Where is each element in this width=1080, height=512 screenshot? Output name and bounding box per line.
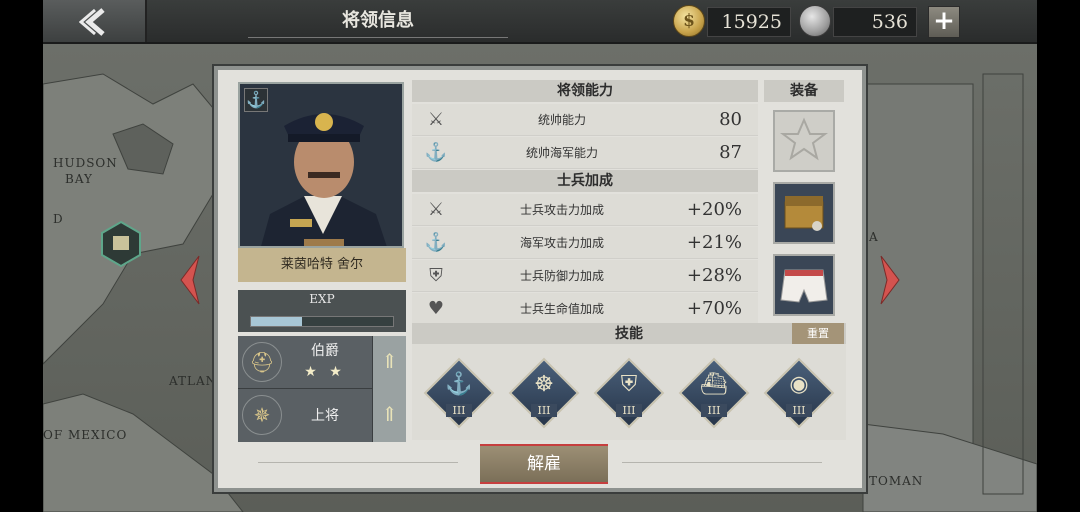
navy-anchor-badge-icon: ⚓ — [244, 88, 268, 112]
screen-frame: HUDSON BAY ATLAN OF MEXICO A TOMAN D 将领信… — [0, 0, 1080, 512]
anchor-icon: ⚓ — [445, 372, 473, 397]
previous-general-arrow-icon[interactable] — [177, 254, 201, 306]
skill-slot-4[interactable]: ⛴ III — [677, 356, 751, 430]
divider-right — [622, 462, 822, 463]
battleship-icon: ⛴ — [700, 372, 728, 397]
game-viewport: HUDSON BAY ATLAN OF MEXICO A TOMAN D 将领信… — [43, 0, 1037, 512]
back-arrow-icon — [79, 8, 105, 36]
skill-level: III — [446, 404, 472, 417]
upgrade-noble-rank-button[interactable]: ⇑ — [372, 336, 406, 389]
stat-label: 海军攻击力加成 — [519, 236, 604, 250]
stat-row-health: ♥ 士兵生命值加成 +70% — [412, 293, 758, 325]
back-button[interactable] — [43, 0, 147, 42]
map-unit-hex-icon[interactable] — [99, 220, 143, 268]
page-title: 将领信息 — [248, 6, 508, 38]
skill-level: III — [531, 404, 557, 417]
swords-circle-icon: ⚔ — [427, 199, 445, 220]
map-label-bay: BAY — [65, 172, 93, 186]
exp-progress-bar — [250, 316, 394, 327]
stat-label: 统帅海军能力 — [525, 146, 598, 160]
map-label-d: D — [53, 212, 64, 226]
map-label-hudson: HUDSON — [53, 156, 118, 170]
skill-level: III — [786, 404, 812, 417]
map-label-a: A — [869, 230, 879, 244]
treasure-chest-icon — [784, 196, 824, 231]
shield-circle-icon: ⛨ — [429, 265, 443, 286]
skill-level: III — [701, 404, 727, 417]
exp-panel: EXP — [238, 290, 406, 332]
stat-row-defense: ⛨ 士兵防御力加成 +28% — [412, 260, 758, 292]
bonuses-header: 士兵加成 — [412, 170, 758, 192]
gold-coin-icon: $ — [673, 5, 705, 37]
skills-header: 技能 — [412, 323, 846, 345]
military-rank-row: ✵ 上将 — [238, 389, 372, 442]
medal-placeholder-icon — [780, 117, 828, 161]
map-label-atlantic: ATLAN — [169, 374, 218, 388]
anchor-icon: ⚓ — [424, 142, 448, 163]
stat-value: +28% — [686, 265, 742, 286]
stat-label: 士兵攻击力加成 — [519, 203, 604, 217]
stat-row-attack: ⚔ 士兵攻击力加成 +20% — [412, 194, 758, 226]
garment-icon — [780, 269, 828, 303]
skill-slot-3[interactable]: ⛨ III — [592, 356, 666, 430]
exp-progress-fill — [251, 317, 303, 326]
medal-icon — [799, 5, 831, 37]
divider-left — [258, 462, 458, 463]
stat-value: 80 — [719, 109, 742, 130]
general-info-dialog: ⚓ 莱茵哈特 舍尔 EXP ⛑ 伯爵 ★ ★ ⇑ ✵ 上将 ⇑ 将领能力 ⚔ 统… — [214, 66, 866, 492]
exp-label: EXP — [309, 292, 335, 306]
gold-amount: 15925 — [707, 7, 791, 37]
rank-stars: ★ ★ — [304, 364, 346, 380]
skill-level: III — [616, 404, 642, 417]
stat-value: +20% — [686, 199, 742, 220]
stat-value: 87 — [719, 142, 742, 163]
stat-label: 士兵防御力加成 — [519, 269, 604, 283]
military-rank-title: 上将 — [311, 408, 339, 424]
abilities-header: 将领能力 — [412, 80, 758, 102]
equipment-slot-medal[interactable] — [773, 110, 835, 172]
noble-rank-row: ⛑ 伯爵 ★ ★ — [238, 336, 372, 389]
skills-list: ⚓ III ☸ III ⛨ III ⛴ III ◉ III — [412, 344, 846, 440]
stat-row-naval-command: ⚓ 统帅海军能力 87 — [412, 137, 758, 169]
add-currency-button[interactable]: + — [928, 6, 960, 38]
ship-wheel-icon: ☸ — [534, 372, 554, 397]
crossed-swords-icon: ⚔ — [427, 109, 445, 130]
skill-slot-1[interactable]: ⚓ III — [422, 356, 496, 430]
stat-row-command: ⚔ 统帅能力 80 — [412, 104, 758, 136]
map-label-toman: TOMAN — [869, 474, 924, 488]
rank-panel: ⛑ 伯爵 ★ ★ ⇑ ✵ 上将 ⇑ — [238, 336, 406, 442]
helmet-emblem-icon: ⛑ — [242, 342, 282, 382]
anchor-circle-icon: ⚓ — [424, 232, 448, 253]
reset-skills-button[interactable]: 重置 — [792, 323, 844, 344]
top-bar: 将领信息 $ 15925 536 + — [43, 0, 1037, 44]
star-insignia-icon: ✵ — [242, 395, 282, 435]
upgrade-military-rank-button[interactable]: ⇑ — [372, 389, 406, 442]
equipment-slot-chest[interactable] — [773, 182, 835, 244]
map-label-gulf-of-mexico: OF MEXICO — [43, 428, 128, 442]
noble-rank-title: 伯爵 — [311, 343, 339, 359]
general-name: 莱茵哈特 舍尔 — [238, 248, 406, 282]
stat-value: +21% — [686, 232, 742, 253]
stat-label: 统帅能力 — [537, 113, 586, 127]
eye-icon: ◉ — [789, 372, 809, 397]
heart-circle-icon: ♥ — [427, 298, 445, 319]
skill-slot-5[interactable]: ◉ III — [762, 356, 836, 430]
next-general-arrow-icon[interactable] — [879, 254, 903, 306]
skill-slot-2[interactable]: ☸ III — [507, 356, 581, 430]
stat-row-naval-attack: ⚓ 海军攻击力加成 +21% — [412, 227, 758, 259]
dismiss-general-button[interactable]: 解雇 — [480, 444, 608, 484]
general-portrait: ⚓ — [238, 82, 404, 248]
medal-amount: 536 — [833, 7, 917, 37]
equipment-header: 装备 — [764, 80, 844, 102]
warship-shield-icon: ⛨ — [620, 372, 638, 397]
stat-label: 士兵生命值加成 — [519, 302, 604, 316]
stat-value: +70% — [686, 298, 742, 319]
equipment-slot-garment[interactable] — [773, 254, 835, 316]
